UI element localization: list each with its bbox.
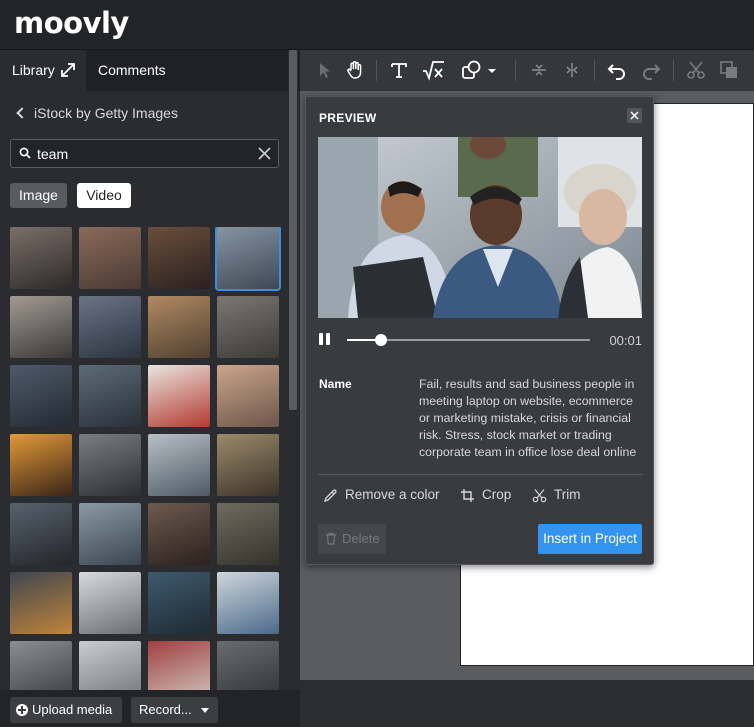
record-label: Record... (139, 702, 192, 717)
media-thumbnail[interactable] (217, 434, 279, 496)
crop-icon (461, 489, 474, 502)
media-thumbnail[interactable] (10, 227, 72, 289)
upload-media-button[interactable]: Upload media (10, 697, 122, 723)
pause-icon[interactable] (319, 333, 331, 345)
cut-icon[interactable] (685, 59, 707, 81)
name-label: Name (319, 377, 352, 391)
eyedropper-icon (323, 489, 337, 503)
media-thumbnail[interactable] (148, 296, 210, 358)
video-preview[interactable] (318, 137, 642, 318)
remove-color-button[interactable]: Remove a color (323, 487, 440, 505)
hand-icon[interactable] (344, 59, 366, 81)
chevron-left-icon[interactable] (16, 107, 28, 119)
media-thumbnail[interactable] (148, 434, 210, 496)
media-thumbnail[interactable] (148, 503, 210, 565)
record-dropdown-button[interactable]: Record... (131, 697, 218, 723)
media-thumbnail[interactable] (10, 434, 72, 496)
upload-media-label: Upload media (32, 702, 113, 717)
text-icon[interactable] (388, 59, 410, 81)
media-thumbnail[interactable] (148, 572, 210, 634)
library-bottom-bar: Upload media Record... (0, 690, 300, 727)
caret-down-icon (201, 708, 209, 713)
media-thumbnail[interactable] (10, 572, 72, 634)
search-box (10, 139, 279, 168)
media-grid (10, 227, 285, 727)
media-thumbnail[interactable] (217, 503, 279, 565)
duplicate-icon[interactable] (718, 59, 740, 81)
scrollbar-thumb[interactable] (289, 50, 297, 410)
top-bar: moovly (0, 0, 754, 50)
media-thumbnail[interactable] (10, 365, 72, 427)
media-thumbnail[interactable] (217, 572, 279, 634)
crop-label: Crop (482, 487, 512, 502)
media-thumbnail[interactable] (10, 296, 72, 358)
scissors-icon (532, 489, 547, 503)
media-thumbnail[interactable] (79, 296, 141, 358)
player-controls: 00:01 (318, 330, 642, 350)
toolbar-separator (673, 60, 674, 81)
select-arrow-icon[interactable] (314, 59, 336, 81)
seek-handle[interactable] (375, 334, 388, 346)
playback-time: 00:01 (609, 333, 642, 348)
toolbar-separator (376, 60, 377, 81)
expand-icon[interactable] (61, 63, 75, 77)
delete-button[interactable]: Delete (318, 524, 386, 554)
insert-in-project-button[interactable]: Insert in Project (538, 524, 642, 554)
media-thumbnail[interactable] (217, 365, 279, 427)
breadcrumb[interactable]: iStock by Getty Images (14, 105, 178, 121)
search-input[interactable] (37, 144, 257, 164)
clear-search-icon[interactable] (257, 146, 272, 161)
toolbar-separator (594, 60, 595, 81)
media-thumbnail[interactable] (79, 434, 141, 496)
media-thumbnail[interactable] (215, 227, 281, 291)
preview-title: PREVIEW (319, 111, 377, 125)
trim-label: Trim (554, 487, 581, 502)
plus-circle-icon (16, 704, 28, 716)
delete-label: Delete (342, 531, 380, 546)
media-thumbnail[interactable] (79, 503, 141, 565)
moovly-logo[interactable]: moovly (14, 6, 129, 40)
align-vertical-icon[interactable] (528, 59, 550, 81)
align-horizontal-icon[interactable] (561, 59, 583, 81)
toolbar-separator (515, 60, 516, 81)
close-icon[interactable] (627, 108, 642, 123)
redo-icon[interactable] (640, 59, 662, 81)
tab-library-label: Library (12, 62, 55, 78)
media-thumbnail[interactable] (217, 296, 279, 358)
formula-icon[interactable] (421, 59, 445, 81)
library-scrollbar[interactable] (288, 50, 298, 690)
media-thumbnail[interactable] (148, 227, 210, 289)
undo-icon[interactable] (606, 59, 628, 81)
breadcrumb-label: iStock by Getty Images (34, 105, 178, 121)
editor-toolbar (300, 50, 754, 91)
trim-button[interactable]: Trim (532, 487, 581, 505)
timeline-area (300, 680, 754, 727)
filter-video-button[interactable]: Video (77, 183, 131, 208)
seek-bar[interactable] (347, 334, 590, 346)
media-thumbnail[interactable] (10, 503, 72, 565)
search-icon (19, 147, 31, 159)
media-thumbnail[interactable] (79, 572, 141, 634)
media-description: Fail, results and sad business people in… (419, 377, 637, 459)
crop-button[interactable]: Crop (460, 487, 511, 505)
media-thumbnail[interactable] (79, 365, 141, 427)
panel-tabs: Library Comments (0, 50, 300, 91)
divider (318, 474, 643, 475)
preview-dialog: PREVIEW 00:01 Name Fail, results and sad… (305, 96, 654, 565)
shapes-icon[interactable] (460, 59, 498, 81)
tab-comments[interactable]: Comments (86, 50, 196, 91)
remove-color-label: Remove a color (345, 487, 440, 502)
tab-library[interactable]: Library (0, 50, 86, 91)
media-thumbnail[interactable] (148, 365, 210, 427)
trash-icon (326, 532, 336, 545)
library-panel: Library Comments iStock by Getty Images … (0, 50, 300, 727)
filter-image-button[interactable]: Image (10, 183, 67, 208)
media-thumbnail[interactable] (79, 227, 141, 289)
